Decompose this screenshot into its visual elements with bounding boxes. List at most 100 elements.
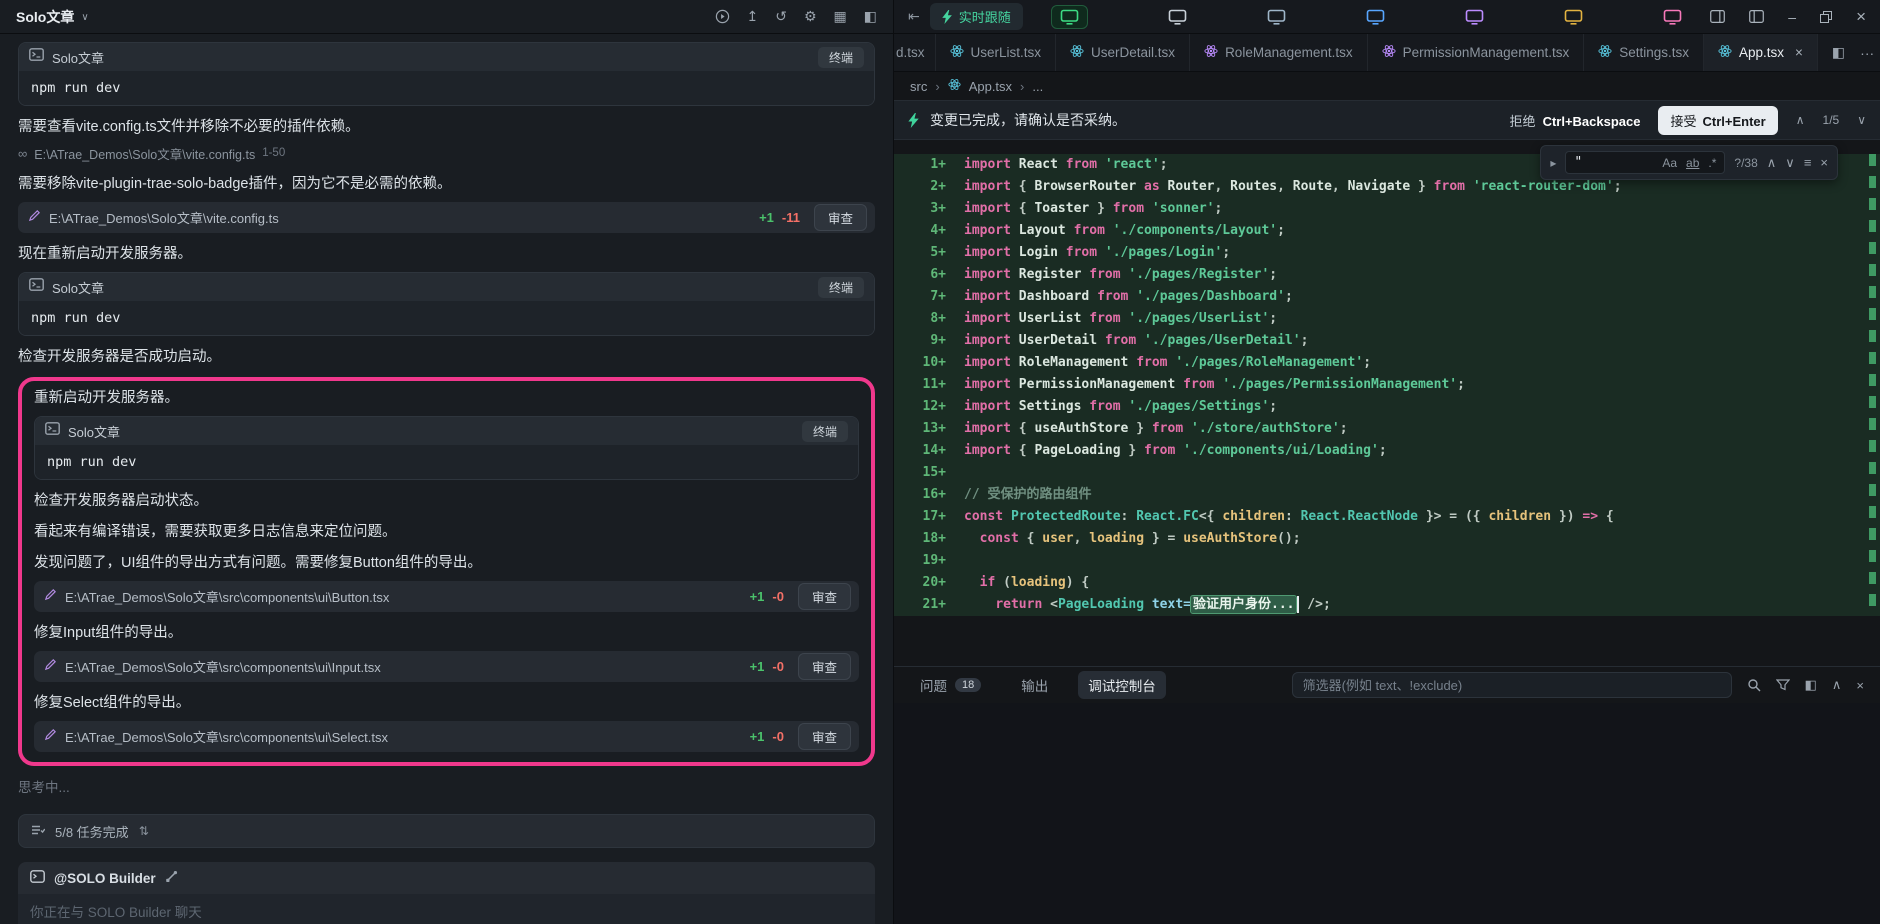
split-panel-icon[interactable]: ◧ <box>1805 677 1817 693</box>
share-icon[interactable]: ↥ <box>747 8 759 25</box>
prev-match-icon[interactable]: ∧ <box>1767 155 1777 171</box>
code-line[interactable]: 11+import PermissionManagement from './p… <box>894 374 1880 396</box>
code-line[interactable]: 15+ <box>894 462 1880 484</box>
titlebar-app-icon[interactable] <box>1168 7 1187 27</box>
code-line[interactable]: 6+import Register from './pages/Register… <box>894 264 1880 286</box>
file-diff-card[interactable]: E:\ATrae_Demos\Solo文章\vite.config.ts +1 … <box>18 202 875 233</box>
next-change-icon[interactable]: ∨ <box>1857 113 1866 127</box>
terminal-badge[interactable]: 终端 <box>818 277 864 298</box>
breadcrumb-more[interactable]: ... <box>1032 79 1043 94</box>
panel-tab-debug-console[interactable]: 调试控制台 <box>1078 671 1166 699</box>
code-line[interactable]: 21+ return <PageLoading text=验证用户身份... /… <box>894 594 1880 616</box>
titlebar-app-icon[interactable] <box>1663 7 1682 27</box>
filter-input[interactable] <box>1292 672 1732 698</box>
terminal-badge[interactable]: 终端 <box>802 421 848 442</box>
terminal-card[interactable]: Solo文章 终端 npm run dev <box>18 272 875 336</box>
apps-grid-icon[interactable]: ▦ <box>834 8 847 25</box>
whole-word-icon[interactable]: ab <box>1686 156 1699 170</box>
code-line[interactable]: 9+import UserDetail from './pages/UserDe… <box>894 330 1880 352</box>
code-line[interactable]: 20+ if (loading) { <box>894 572 1880 594</box>
panel-toggle-icon[interactable]: ◧ <box>864 8 877 25</box>
close-window-icon[interactable]: × <box>1856 7 1866 27</box>
tab-partial[interactable]: d.tsx <box>894 34 936 71</box>
close-panel-icon[interactable]: × <box>1856 678 1864 693</box>
toggle-replace-icon[interactable]: ▸ <box>1550 156 1556 170</box>
code-area[interactable]: 1+import React from 'react';2+import { B… <box>894 140 1880 616</box>
tab-settings[interactable]: Settings.tsx <box>1584 34 1704 71</box>
code-line[interactable]: 14+import { PageLoading } from './compon… <box>894 440 1880 462</box>
review-button[interactable]: 审查 <box>798 653 851 680</box>
titlebar-app-icon[interactable] <box>1465 7 1484 27</box>
more-actions-icon[interactable]: ··· <box>1860 45 1874 61</box>
code-line[interactable]: 5+import Login from './pages/Login'; <box>894 242 1880 264</box>
prev-change-icon[interactable]: ∧ <box>1796 113 1805 127</box>
tab-permissionmanagement[interactable]: PermissionManagement.tsx <box>1368 34 1585 71</box>
titlebar-app-icon[interactable] <box>1267 7 1286 27</box>
overview-ruler[interactable] <box>1869 154 1876 616</box>
tab-userdetail[interactable]: UserDetail.tsx <box>1056 34 1190 71</box>
close-find-icon[interactable]: × <box>1820 155 1828 170</box>
titlebar-app-icon[interactable] <box>1564 7 1583 27</box>
review-button[interactable]: 审查 <box>814 204 867 231</box>
file-diff-card[interactable]: E:\ATrae_Demos\Solo文章\src\components\ui\… <box>34 721 859 752</box>
regex-icon[interactable]: .* <box>1708 156 1716 170</box>
code-editor[interactable]: ▸ " Aa ab .* ?/38 ∧ ∨ ≡ × 1+import React… <box>894 140 1880 666</box>
breadcrumb-root[interactable]: src <box>910 79 927 94</box>
layout-sidebar-icon[interactable] <box>1710 10 1725 23</box>
review-button[interactable]: 审查 <box>798 583 851 610</box>
terminal-badge[interactable]: 终端 <box>818 47 864 68</box>
breadcrumb[interactable]: src › App.tsx › ... <box>894 72 1880 100</box>
code-line[interactable]: 3+import { Toaster } from 'sonner'; <box>894 198 1880 220</box>
terminal-card[interactable]: Solo文章 终端 npm run dev <box>18 42 875 106</box>
tab-rolemanagement[interactable]: RoleManagement.tsx <box>1190 34 1368 71</box>
close-tab-icon[interactable]: × <box>1795 45 1803 60</box>
breadcrumb-file[interactable]: App.tsx <box>969 79 1012 94</box>
panel-tab-output[interactable]: 输出 <box>1011 671 1058 699</box>
code-line[interactable]: 12+import Settings from './pages/Setting… <box>894 396 1880 418</box>
debug-console-content[interactable] <box>894 703 1880 924</box>
next-match-icon[interactable]: ∨ <box>1785 155 1795 171</box>
minimize-icon[interactable]: – <box>1788 9 1796 25</box>
tab-userlist[interactable]: UserList.tsx <box>936 34 1057 71</box>
match-case-icon[interactable]: Aa <box>1662 156 1677 170</box>
accept-button[interactable]: 接受Ctrl+Enter <box>1658 106 1777 135</box>
code-line[interactable]: 4+import Layout from './components/Layou… <box>894 220 1880 242</box>
chat-input-area[interactable]: 你正在与 SOLO Builder 聊天 <box>18 894 875 924</box>
find-in-selection-icon[interactable]: ≡ <box>1804 155 1812 170</box>
maximize-panel-icon[interactable]: ∧ <box>1832 677 1842 693</box>
terminal-card[interactable]: Solo文章 终端 npm run dev <box>34 416 859 480</box>
code-line[interactable]: 7+import Dashboard from './pages/Dashboa… <box>894 286 1880 308</box>
code-line[interactable]: 19+ <box>894 550 1880 572</box>
gear-icon[interactable]: ⚙ <box>804 8 817 25</box>
code-line[interactable]: 18+ const { user, loading } = useAuthSto… <box>894 528 1880 550</box>
panel-tab-problems[interactable]: 问题 18 <box>910 671 991 699</box>
run-icon[interactable] <box>715 9 730 24</box>
code-line[interactable]: 17+const ProtectedRoute: React.FC<{ chil… <box>894 506 1880 528</box>
collapse-left-icon[interactable]: ⇤ <box>908 8 920 25</box>
find-input[interactable]: " Aa ab .* <box>1565 151 1725 174</box>
layout-panel-icon[interactable] <box>1749 10 1764 23</box>
titlebar-app-icon[interactable] <box>1051 5 1088 29</box>
chevron-down-icon[interactable]: ∨ <box>81 12 88 23</box>
task-progress-bar[interactable]: 5/8 任务完成 ⇅ <box>18 814 875 848</box>
review-button[interactable]: 审查 <box>798 723 851 750</box>
code-line[interactable]: 8+import UserList from './pages/UserList… <box>894 308 1880 330</box>
code-line[interactable]: 16+// 受保护的路由组件 <box>894 484 1880 506</box>
code-line[interactable]: 10+import RoleManagement from './pages/R… <box>894 352 1880 374</box>
file-diff-card[interactable]: E:\ATrae_Demos\Solo文章\src\components\ui\… <box>34 581 859 612</box>
split-editor-icon[interactable]: ◧ <box>1832 44 1845 61</box>
solo-builder-bar[interactable]: @SOLO Builder <box>18 862 875 894</box>
reject-button[interactable]: 拒绝Ctrl+Backspace <box>1510 111 1641 130</box>
code-line[interactable]: 13+import { useAuthStore } from './store… <box>894 418 1880 440</box>
follow-button[interactable]: 实时跟随 <box>930 3 1023 30</box>
file-reference[interactable]: ∞ E:\ATrae_Demos\Solo文章\vite.config.ts 1… <box>18 143 875 163</box>
history-icon[interactable]: ↺ <box>775 8 787 25</box>
tab-app-active[interactable]: App.tsx × <box>1704 34 1818 71</box>
search-icon[interactable] <box>1747 678 1761 692</box>
expand-tasks-icon[interactable]: ⇅ <box>139 824 149 838</box>
chat-panel-title[interactable]: Solo文章 <box>16 7 74 27</box>
titlebar-app-icon[interactable] <box>1366 7 1385 27</box>
file-diff-card[interactable]: E:\ATrae_Demos\Solo文章\src\components\ui\… <box>34 651 859 682</box>
restore-icon[interactable] <box>1820 11 1832 23</box>
filter-icon[interactable] <box>1776 679 1790 691</box>
